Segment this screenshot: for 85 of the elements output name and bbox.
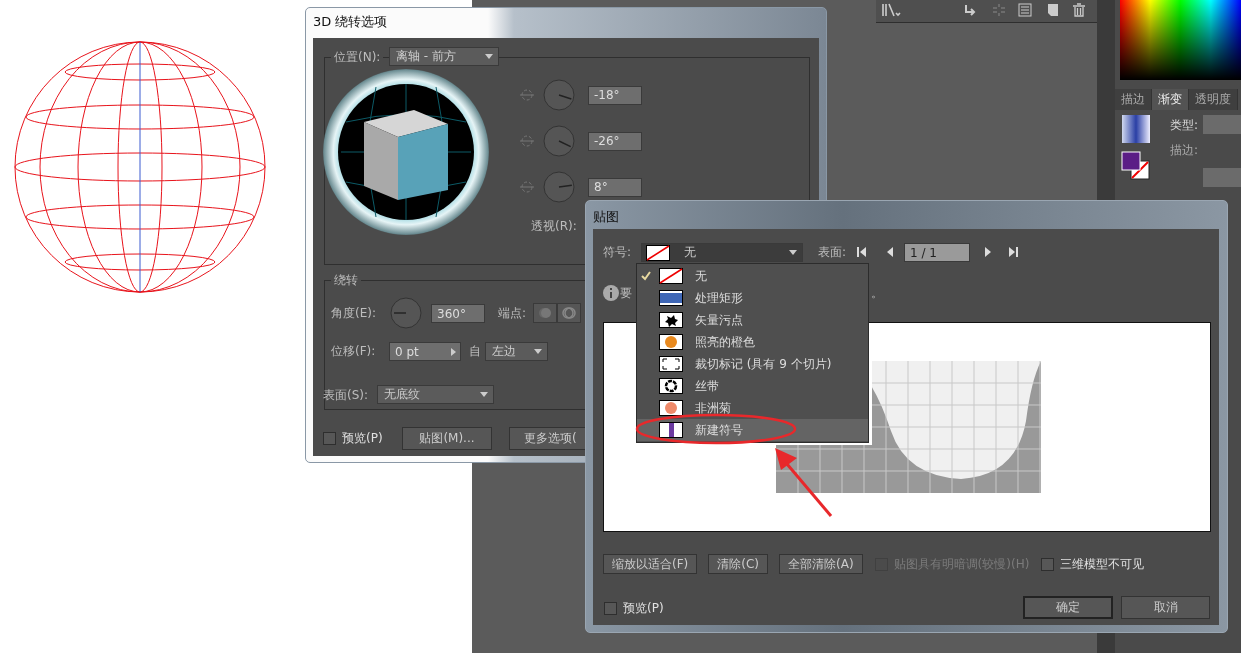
flower-icon [659,400,683,416]
angle-field[interactable] [1203,168,1241,187]
library-icon[interactable] [882,3,902,17]
symbol-dropdown[interactable]: 无 [641,243,803,262]
surface-label: 表面: [818,244,847,261]
perspective-label: 透视(R): [531,218,577,235]
symbol-menu-item[interactable]: 丝带 [637,375,868,397]
symbol-menu-item[interactable]: 无 [637,265,868,287]
angle-dial[interactable] [390,297,422,329]
type-field[interactable] [1203,115,1241,134]
dialog-title: 3D 绕转选项 [313,13,388,31]
preview-checkbox[interactable] [323,432,336,445]
rotation-field[interactable]: -18° [588,85,642,105]
info-icon [603,285,619,301]
preview-label: 预览(P) [623,600,664,617]
symbol-menu-item[interactable]: 处理矩形 [637,287,868,309]
panel-tab[interactable]: 描边 [1115,89,1152,110]
list-icon[interactable] [1018,3,1032,17]
ring-icon [659,378,683,394]
angle-field[interactable]: 360° [431,304,485,323]
color-spectrum[interactable] [1120,0,1241,80]
offset-field[interactable]: 0 pt [389,342,461,361]
from-dropdown[interactable]: 左边 [485,342,548,361]
symbol-menu-item[interactable]: 非洲菊 [637,397,868,419]
fill-stroke-swatch-icon[interactable] [1121,151,1151,181]
position-dropdown[interactable]: 离轴 - 前方 [389,47,499,66]
cap-off-button[interactable] [557,303,581,323]
z-axis-icon [519,179,535,195]
preview-label: 预览(P) [342,430,383,447]
action-button[interactable]: 全部清除(A) [779,554,863,574]
rotation-dial[interactable] [543,125,575,157]
symbol-menu-item[interactable]: 照亮的橙色 [637,331,868,353]
symbol-menu-item[interactable]: 矢量污点 [637,309,868,331]
first-page-icon[interactable] [857,247,867,257]
stroke-label: 描边: [1170,142,1199,159]
gradient-swatch[interactable] [1122,115,1150,143]
rotation-field[interactable]: -26° [588,131,642,151]
panel-tab[interactable]: 透明度 [1189,89,1238,110]
y-axis-icon [519,133,535,149]
info-text: 要 [620,285,632,302]
cap-icon [538,306,552,320]
angle-label: 角度(E): [331,305,376,322]
invisible-label: 三维模型不可见 [1060,555,1145,573]
surface-field[interactable]: 1 / 1 [904,243,970,262]
ink-splat-icon [659,312,683,328]
offset-label: 位移(F): [331,343,376,360]
crop-marks-icon [659,356,683,372]
cap-on-button[interactable] [533,303,557,323]
preview-checkbox[interactable] [604,602,617,615]
trash-icon[interactable] [1072,3,1086,17]
x-axis-icon [519,87,535,103]
dialog-title: 贴图 [593,208,619,226]
surface-dropdown[interactable]: 无底纹 [377,385,494,404]
new-page-icon[interactable] [1046,3,1060,17]
surface-label: 表面(S): [323,387,369,404]
pointer-arrow [773,446,833,518]
rotation-dial[interactable] [543,79,575,111]
no-symbol-icon [659,268,683,284]
stripe-icon [659,422,683,438]
cancel-button[interactable]: 取消 [1121,596,1210,619]
invisible-checkbox[interactable] [1041,557,1055,571]
rotation-dial[interactable] [543,171,575,203]
type-label: 类型: [1170,117,1199,134]
symbol-menu-item[interactable]: 新建符号 [637,419,868,441]
cap-label: 端点: [498,305,527,322]
ok-button[interactable]: 确定 [1023,596,1113,619]
last-page-icon[interactable] [1008,247,1018,257]
next-icon[interactable] [983,247,993,257]
symbol-menu-item[interactable]: 裁切标记 (具有 9 个切片) [637,353,868,375]
position-label: 位置(N): [331,49,384,66]
gradient-rectangle-icon [659,290,683,306]
action-button[interactable]: 缩放以适合(F) [603,554,698,574]
map-art-button[interactable]: 贴图(M)... [402,427,492,450]
action-button[interactable]: 清除(C) [708,554,768,574]
rotation-field[interactable]: 8° [588,177,642,197]
hollow-cap-icon [562,306,576,320]
symbol-label: 符号: [603,244,632,261]
check-icon [641,271,651,281]
info-text: 。 [871,285,883,302]
previous-icon[interactable] [885,247,895,257]
arrow-icon[interactable] [964,3,978,17]
revolve-label: 绕转 [331,272,361,289]
panel-tab[interactable]: 渐变 [1152,89,1189,110]
no-symbol-icon [646,244,670,261]
from-label: 自 [469,343,481,360]
